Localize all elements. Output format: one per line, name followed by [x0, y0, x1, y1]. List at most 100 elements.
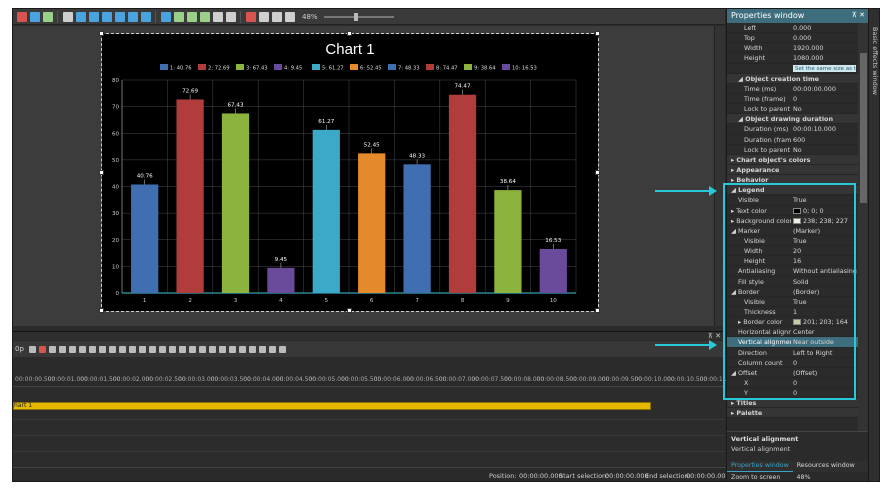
timeline-control-icon[interactable] — [229, 345, 237, 353]
property-row[interactable]: Lock to parent durationNo — [727, 104, 858, 115]
resize-handle[interactable] — [595, 308, 600, 313]
toolbar-tool-icon[interactable] — [42, 11, 53, 22]
timeline-control-icon[interactable] — [159, 345, 167, 353]
scrollbar-thumb[interactable] — [860, 53, 867, 203]
timeline-control-icon[interactable] — [89, 345, 97, 353]
property-value[interactable]: 1920.000 — [791, 43, 858, 52]
resize-handle[interactable] — [595, 31, 600, 36]
toolbar-tool-icon[interactable] — [271, 11, 282, 22]
property-value[interactable]: 600 — [791, 135, 858, 144]
property-row[interactable]: ▸ Appearance — [727, 164, 858, 176]
property-key: Lock to parent duration — [744, 105, 791, 114]
property-row[interactable]: Time (ms) 00:00:00.000 — [727, 84, 858, 94]
toolbar-tool-icon[interactable] — [75, 11, 86, 22]
property-row[interactable]: Height 1080.000 — [727, 53, 858, 64]
resize-handle[interactable] — [595, 169, 600, 175]
chart-track-clip[interactable] — [13, 402, 651, 410]
timeline-control-icon[interactable] — [109, 345, 117, 353]
property-value[interactable]: No — [791, 104, 858, 113]
toolbar-tool-icon[interactable] — [62, 11, 73, 22]
x-tick-label: 6 — [370, 298, 374, 304]
toolbar-tool-icon[interactable] — [29, 11, 40, 22]
property-row[interactable]: Duration (frames)600 — [727, 135, 858, 145]
timeline-pin-icon[interactable]: ⊼ ✕ — [708, 332, 721, 340]
pin-close-icon[interactable]: ⊼ ✕ — [852, 11, 865, 19]
timeline-control-icon[interactable] — [59, 345, 67, 353]
property-row[interactable]: Top 0.000 — [727, 33, 858, 44]
property-row[interactable]: Lock to parent durationNo — [727, 145, 858, 155]
same-size-button[interactable]: Set the same size as the parent frame — [793, 64, 856, 72]
timeline-control-icon[interactable] — [69, 345, 77, 353]
property-row[interactable]: ◢ Object creation time — [727, 73, 858, 84]
resize-handle[interactable] — [99, 308, 104, 313]
property-value[interactable]: 1080.000 — [791, 53, 858, 62]
timeline-control-icon[interactable] — [279, 345, 287, 353]
timeline-control-icon[interactable] — [39, 345, 47, 353]
tab-properties-window[interactable]: Properties window — [727, 461, 793, 472]
property-value[interactable]: 0.000 — [791, 23, 858, 32]
toolbar-tool-icon[interactable] — [114, 11, 125, 22]
timeline-control-icon[interactable] — [269, 345, 277, 353]
property-value[interactable]: 00:00:10.000 — [791, 124, 858, 133]
property-row[interactable]: Duration (ms) 00:00:10.000 — [727, 124, 858, 135]
timeline-control-icon[interactable] — [79, 345, 87, 353]
timeline-control-icon[interactable] — [29, 345, 37, 353]
toolbar-tool-icon[interactable] — [199, 11, 210, 22]
timeline-control-icon[interactable] — [179, 345, 187, 353]
toolbar-tool-icon[interactable] — [186, 11, 197, 22]
timeline-control-icon[interactable] — [249, 345, 257, 353]
timeline-header: ⊼ ✕ — [13, 331, 725, 340]
toolbar-tool-icon[interactable] — [160, 11, 171, 22]
toolbar-tool-icon[interactable] — [127, 11, 138, 22]
toolbar-tool-icon[interactable] — [88, 11, 99, 22]
zoom-dropdown[interactable]: 48% — [302, 13, 318, 21]
timeline-control-icon[interactable] — [129, 345, 137, 353]
resize-handle[interactable] — [99, 169, 104, 175]
timeline-control-icon[interactable] — [139, 345, 147, 353]
property-row[interactable]: Width 1920.000 — [727, 43, 858, 54]
timeline-control-icon[interactable] — [239, 345, 247, 353]
toolbar-tool-icon[interactable] — [258, 11, 269, 22]
timeline-control-icon[interactable] — [169, 345, 177, 353]
property-row[interactable]: ▸ Chart object's colors — [727, 154, 858, 165]
property-row[interactable]: Set the same size as the parent frame — [727, 64, 858, 74]
toolbar-tool-icon[interactable] — [16, 11, 27, 22]
timeline-control-icon[interactable] — [99, 345, 107, 353]
timeline-control-icon[interactable] — [149, 345, 157, 353]
toolbar-tool-icon[interactable] — [245, 11, 256, 22]
zoom-to-screen[interactable]: Zoom to screen 48% — [727, 472, 869, 481]
property-row[interactable]: Left 0.000 — [727, 23, 858, 34]
resize-handle[interactable] — [347, 31, 352, 36]
property-key: Duration (ms) — [744, 125, 789, 134]
timeline-control-icon[interactable] — [199, 345, 207, 353]
property-value[interactable]: No — [791, 145, 858, 154]
resize-handle[interactable] — [99, 31, 104, 36]
toolbar-tool-icon[interactable] — [225, 11, 236, 22]
resize-handle[interactable] — [347, 308, 352, 313]
property-row[interactable]: Time (frame) 0 — [727, 94, 858, 105]
toolbar-tool-icon[interactable] — [284, 11, 295, 22]
toolbar-tool-icon[interactable] — [140, 11, 151, 22]
timeline-control-icon[interactable] — [119, 345, 127, 353]
toolbar-tool-icon[interactable] — [101, 11, 112, 22]
zoom-slider[interactable] — [323, 12, 394, 21]
property-value[interactable]: 0 — [791, 94, 858, 103]
timeline-control-icon[interactable] — [189, 345, 197, 353]
chart-stage[interactable]: Chart 1 1: 40.76 2: 72.69 3: 67.43 4: 9.45 5:… — [99, 31, 600, 313]
toolbar-tool-icon[interactable] — [212, 11, 223, 22]
basic-effects-side-tab[interactable]: Basic effects window — [868, 9, 879, 481]
property-row[interactable]: ◢ Object drawing duration — [727, 114, 858, 125]
timeline-ruler[interactable]: 00:00:00.500 00:00:01.000 00:00:01.500 00:0… — [13, 373, 740, 387]
property-row[interactable]: ▸ Palette — [727, 408, 858, 419]
property-value[interactable]: 00:00:00.000 — [791, 84, 858, 93]
bar-value-label: 72.69 — [182, 88, 198, 94]
tab-resources-window[interactable]: Resources window — [793, 461, 859, 472]
timeline-control-icon[interactable] — [219, 345, 227, 353]
timeline-control-icon[interactable] — [259, 345, 267, 353]
timeline-control-icon[interactable] — [209, 345, 217, 353]
legend-entry: 10: 16.53 — [512, 66, 537, 72]
timeline-scale-value[interactable]: 0p — [15, 345, 24, 353]
timeline-control-icon[interactable] — [49, 345, 57, 353]
property-value[interactable]: 0.000 — [791, 33, 858, 42]
toolbar-tool-icon[interactable] — [173, 11, 184, 22]
